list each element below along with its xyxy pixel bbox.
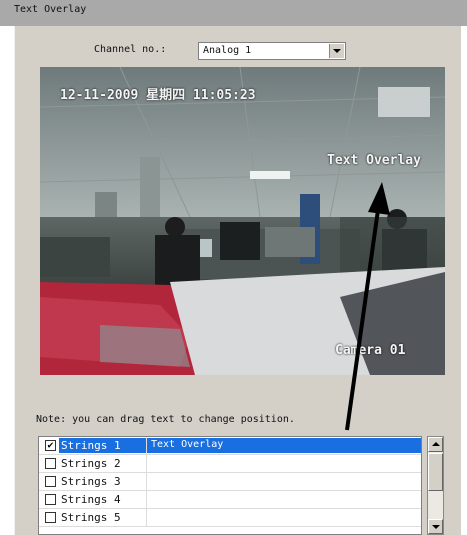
- channel-label: Channel no.:: [94, 44, 167, 55]
- string-name: Strings 2: [61, 457, 121, 470]
- chevron-down-icon[interactable]: [329, 44, 344, 58]
- window-title: Text Overlay: [0, 0, 467, 26]
- strings-list[interactable]: ✔ Strings 1 Text Overlay Strings 2 Strin…: [38, 436, 422, 535]
- scroll-thumb[interactable]: [428, 453, 443, 491]
- channel-value: Analog 1: [203, 45, 252, 56]
- scroll-up-icon[interactable]: [428, 437, 443, 452]
- datetime-overlay[interactable]: 12-11-2009 星期四 11:05:23: [60, 84, 256, 103]
- string-text[interactable]: Text Overlay: [151, 439, 223, 450]
- scroll-down-icon[interactable]: [428, 519, 443, 534]
- string-checkbox[interactable]: [45, 458, 56, 469]
- list-item[interactable]: Strings 5: [39, 509, 421, 527]
- string-checkbox[interactable]: [45, 512, 56, 523]
- office-camera-image: [40, 67, 445, 375]
- list-item[interactable]: ✔ Strings 1 Text Overlay: [39, 437, 421, 455]
- string-name: Strings 4: [61, 493, 121, 506]
- camera-name-overlay[interactable]: Camera 01: [335, 343, 405, 358]
- string-checkbox[interactable]: [45, 476, 56, 487]
- video-preview[interactable]: 12-11-2009 星期四 11:05:23 Text Overlay Cam…: [40, 67, 445, 375]
- drag-hint-note: Note: you can drag text to change positi…: [36, 414, 295, 425]
- list-item[interactable]: Strings 4: [39, 491, 421, 509]
- string-name: Strings 3: [61, 475, 121, 488]
- list-scrollbar[interactable]: [427, 436, 444, 535]
- channel-select[interactable]: Analog 1: [198, 42, 346, 60]
- string-name: Strings 5: [61, 511, 121, 524]
- custom-text-overlay[interactable]: Text Overlay: [327, 153, 421, 168]
- string-name: Strings 1: [61, 439, 121, 452]
- string-checkbox[interactable]: ✔: [45, 440, 56, 451]
- list-item[interactable]: Strings 2: [39, 455, 421, 473]
- list-item[interactable]: Strings 3: [39, 473, 421, 491]
- string-checkbox[interactable]: [45, 494, 56, 505]
